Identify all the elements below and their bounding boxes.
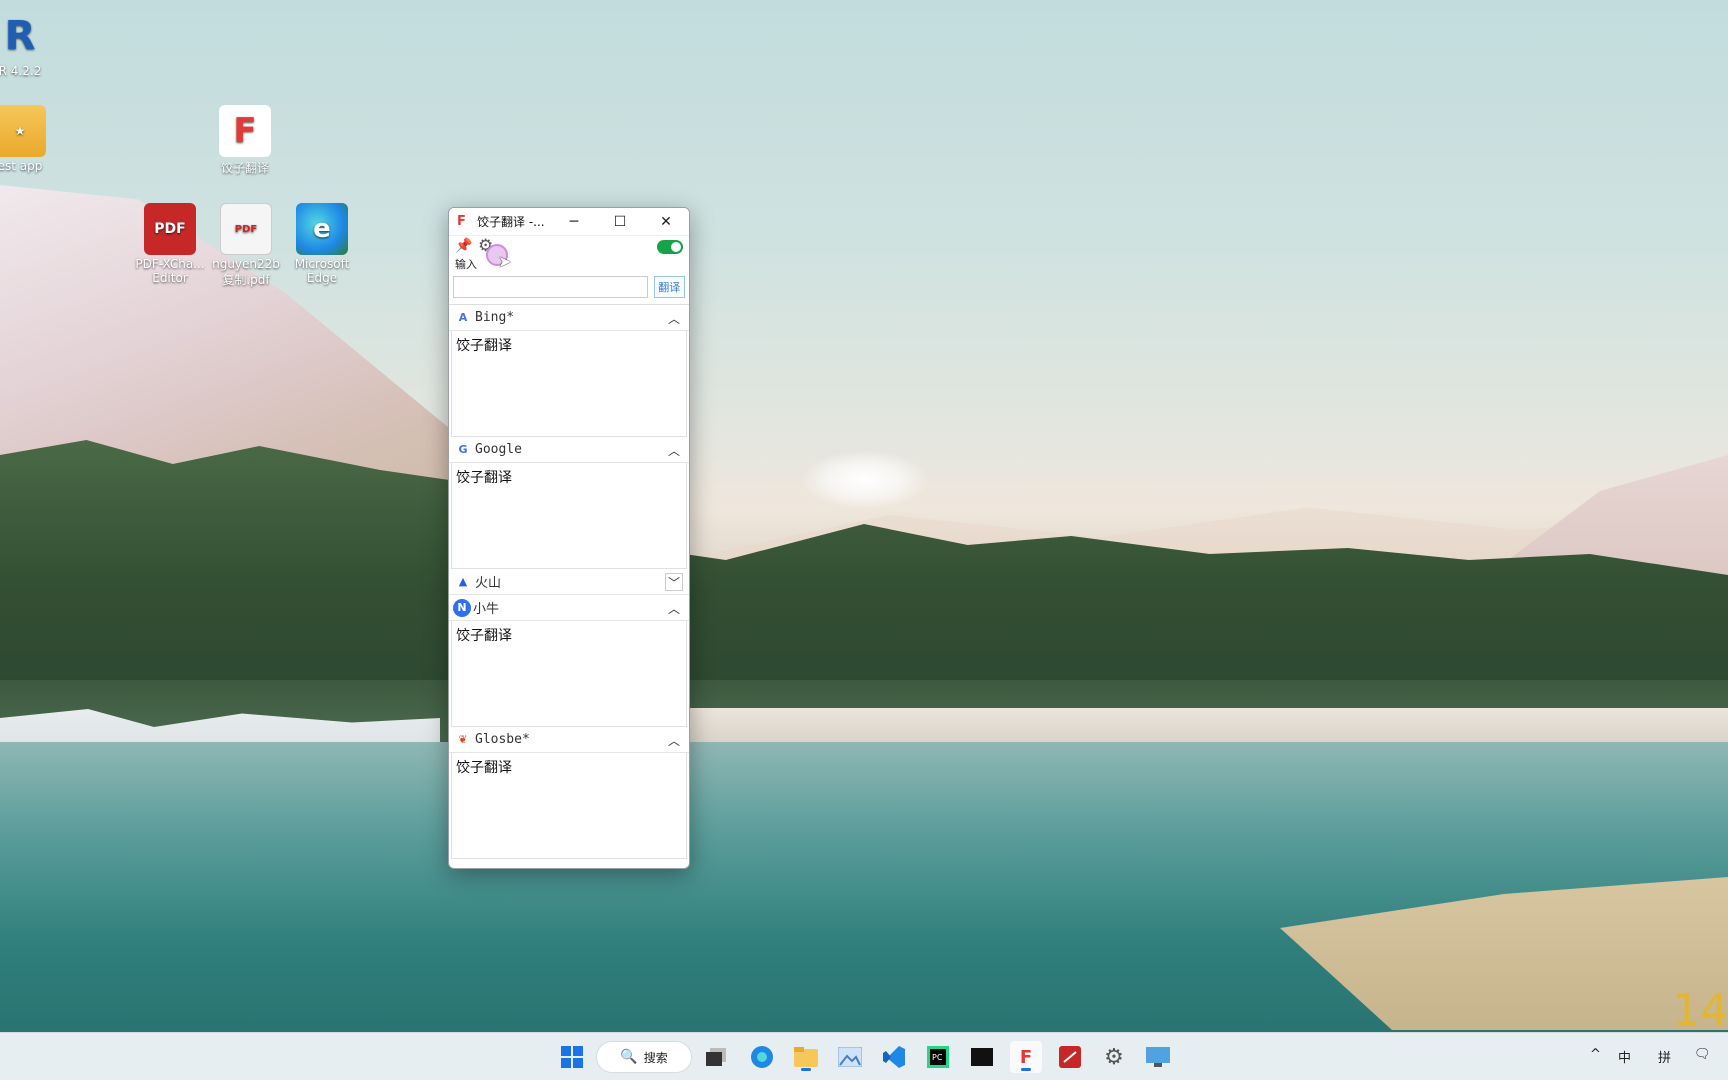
svg-text:PC: PC <box>932 1053 943 1062</box>
service-header-huoshan[interactable]: ▲ 火山 ﹀ <box>449 569 689 595</box>
service-name: 小牛 <box>473 602 500 617</box>
maximize-button[interactable]: ☐ <box>597 208 643 236</box>
input-label: 输入 <box>455 258 477 271</box>
service-header-google[interactable]: G Google ︿ <box>449 437 689 463</box>
desktop-icon-jiaozi[interactable]: F 饺子翻译 <box>205 105 285 176</box>
result-text: 饺子翻译 <box>451 621 687 727</box>
desktop-icon-pdf-editor[interactable]: PDF PDF-XCha... Editor <box>130 203 210 285</box>
pdf-xchange-icon[interactable] <box>1054 1041 1086 1073</box>
running-indicator <box>801 1068 811 1071</box>
windows-logo-icon <box>561 1046 583 1068</box>
chevron-up-icon[interactable]: ︿ <box>665 309 683 327</box>
close-button[interactable]: ✕ <box>643 208 689 236</box>
folder-icon: ★ <box>0 105 46 157</box>
huoshan-icon: ▲ <box>458 575 468 588</box>
chevron-up-icon[interactable]: ︿ <box>665 731 683 749</box>
result-text: 饺子翻译 <box>451 463 687 569</box>
desktop-icon-label: Microsoft Edge <box>294 257 350 285</box>
pin-icon[interactable]: 📌 <box>455 238 472 254</box>
terminal-icon[interactable] <box>966 1041 998 1073</box>
desktop-icon-pdf-file[interactable]: PDF nguyen22b 复制.pdf <box>206 203 286 288</box>
chevron-up-icon[interactable]: ︿ <box>665 599 683 617</box>
translate-button[interactable]: 翻译 <box>653 276 685 298</box>
window-title: 饺子翻译 -... <box>477 215 545 229</box>
result-text: 饺子翻译 <box>451 753 687 859</box>
translator-window: F 饺子翻译 -... ─ ☐ ✕ 📌 ⚙ ➤ 输入 翻译 A Bing* ︿ … <box>448 207 690 869</box>
service-header-glosbe[interactable]: ❦ Glosbe* ︿ <box>449 727 689 753</box>
app-f-icon: F <box>1019 1046 1033 1068</box>
chevron-up-icon[interactable]: ︿ <box>665 441 683 459</box>
desktop-icon-label: nguyen22b 复制.pdf <box>212 257 280 287</box>
start-button[interactable] <box>556 1041 588 1073</box>
desktop-icon-label: PDF-XCha... Editor <box>135 257 205 285</box>
input-row: 翻译 <box>449 272 689 305</box>
title-bar[interactable]: F 饺子翻译 -... ─ ☐ ✕ <box>449 208 689 236</box>
jiaozi-taskbar-icon[interactable]: F <box>1010 1041 1042 1073</box>
desktop-icon-edge[interactable]: e Microsoft Edge <box>282 203 362 285</box>
service-name: 火山 <box>475 576 502 591</box>
search-icon: 🔍 <box>620 1049 638 1065</box>
app-f-icon: F <box>219 105 271 157</box>
app-logo-icon: F <box>457 214 466 229</box>
corner-number: 14 <box>1672 985 1728 1036</box>
taskbar-search[interactable]: 🔍 搜索 <box>596 1041 692 1073</box>
photos-icon[interactable] <box>834 1041 866 1073</box>
edge-taskbar-icon[interactable] <box>746 1041 778 1073</box>
enable-toggle[interactable] <box>657 240 683 254</box>
pycharm-icon[interactable]: PC <box>922 1041 954 1073</box>
service-name: Glosbe* <box>475 732 530 747</box>
mouse-cursor-icon: ➤ <box>498 252 512 271</box>
edge-icon: e <box>296 203 348 255</box>
source-text-input[interactable] <box>453 276 648 298</box>
r-icon: R <box>4 13 36 59</box>
tray-overflow-chevron-icon[interactable]: ^ <box>1590 1047 1601 1062</box>
google-translate-icon: G <box>458 443 468 456</box>
bing-translate-icon: A <box>458 311 468 324</box>
service-header-xiaoniu[interactable]: N 小牛 ︿ <box>449 595 689 621</box>
remote-desktop-icon[interactable] <box>1142 1041 1174 1073</box>
glosbe-icon: ❦ <box>458 733 468 746</box>
desktop-icon-label: R 4.2.2 <box>0 64 42 78</box>
ime-mode-indicator[interactable]: 拼 <box>1658 1047 1671 1066</box>
vscode-icon[interactable] <box>878 1041 910 1073</box>
desktop-icon-label: 饺子翻译 <box>220 161 269 175</box>
notification-icon[interactable]: 🗨 <box>1694 1047 1711 1062</box>
wallpaper-sun <box>800 450 930 510</box>
service-name: Bing* <box>475 310 515 325</box>
search-label: 搜索 <box>643 1050 668 1065</box>
desktop-icon-folder[interactable]: ★ est app <box>0 105 60 173</box>
settings-gear-icon[interactable]: ⚙ <box>1098 1041 1130 1073</box>
running-indicator <box>1021 1068 1031 1071</box>
pdf-file-icon: PDF <box>220 203 272 255</box>
toolbar: 📌 ⚙ ➤ <box>449 236 689 271</box>
desktop-icon-r[interactable]: R R 4.2.2 <box>0 10 60 78</box>
xiaoniu-icon: N <box>453 598 471 617</box>
taskbar: 🔍 搜索 PC F ⚙ ^ 中 拼 🗨 <box>0 1032 1728 1080</box>
ime-language-indicator[interactable]: 中 <box>1618 1047 1631 1066</box>
chevron-down-icon[interactable]: ﹀ <box>665 573 683 591</box>
task-view-icon[interactable] <box>700 1041 732 1073</box>
service-name: Google <box>475 442 522 457</box>
service-header-bing[interactable]: A Bing* ︿ <box>449 305 689 331</box>
pdf-editor-icon: PDF <box>144 203 196 255</box>
result-text: 饺子翻译 <box>451 331 687 437</box>
desktop-icon-label: est app <box>0 159 43 173</box>
file-explorer-icon[interactable] <box>790 1041 822 1073</box>
minimize-button[interactable]: ─ <box>551 208 597 236</box>
wallpaper-beach <box>690 708 1728 742</box>
